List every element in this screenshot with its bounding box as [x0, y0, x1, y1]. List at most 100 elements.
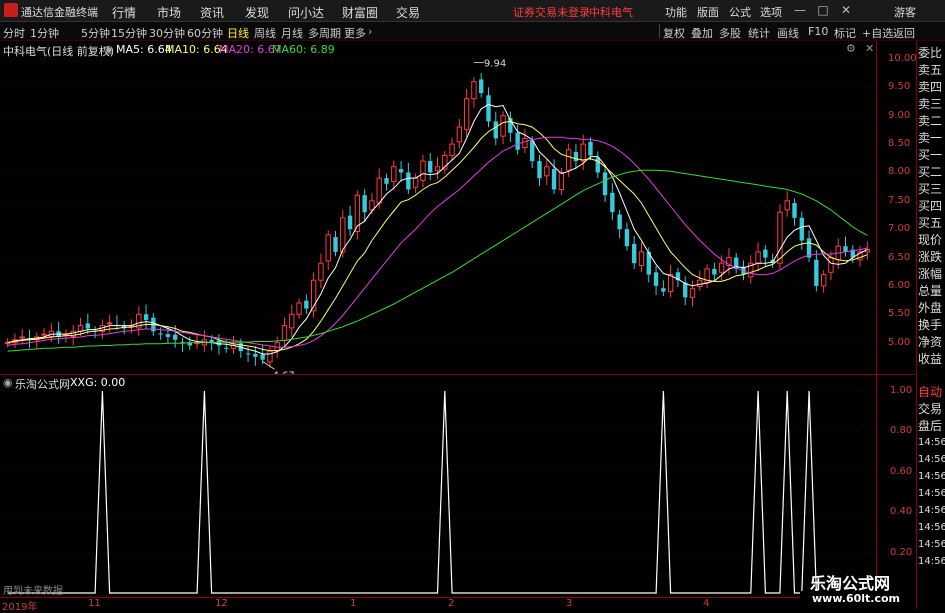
more-chevron-icon[interactable]: ›	[368, 25, 372, 38]
candle-body	[784, 200, 790, 211]
indicator-value: XXG: 0.00	[70, 376, 126, 389]
maximize-icon[interactable]: □	[815, 2, 831, 18]
multi-stock-button[interactable]: 多股	[719, 25, 741, 41]
quote-label: 买四	[918, 199, 943, 213]
indicator-tick-label: 1.00	[890, 385, 913, 396]
candle-body	[624, 229, 630, 247]
candle-body	[777, 211, 783, 264]
candle-body	[173, 334, 178, 340]
minimize-icon[interactable]: —	[792, 2, 808, 18]
quote-label: 总量	[918, 284, 943, 298]
price-tick-label: 9.00	[888, 109, 911, 121]
period-1min[interactable]: 1分钟	[30, 25, 59, 41]
candle	[106, 314, 113, 333]
back-button[interactable]: 返回	[893, 25, 915, 41]
stock-title: 中科电气(日线 前复权)	[3, 45, 115, 58]
menu-wealth[interactable]: 财富圈	[342, 4, 378, 21]
mark-button[interactable]: 标记	[834, 25, 856, 41]
panel-settings-icon[interactable]: ⚙	[846, 42, 856, 55]
menu-options[interactable]: 选项	[760, 4, 782, 20]
menu-function[interactable]: 功能	[665, 4, 687, 20]
indicator-tick-label: 0.60	[890, 465, 913, 477]
indicator-tick-label: 0.80	[890, 425, 913, 437]
overlay-button[interactable]: 叠加	[691, 25, 713, 41]
trade-tick-label: 14:56	[918, 488, 945, 499]
candlestick-chart[interactable]: 9.94 4.67	[0, 41, 877, 374]
period-monthly[interactable]: 月线	[281, 25, 303, 41]
quote-label: 收益	[918, 352, 943, 366]
candle	[398, 161, 404, 182]
candle-body	[347, 215, 353, 230]
period-5min[interactable]: 5分钟	[81, 25, 110, 41]
menu-trade[interactable]: 交易	[396, 4, 420, 21]
candle	[544, 158, 550, 185]
candle	[661, 280, 666, 297]
candle-body	[493, 121, 498, 139]
menu-layout[interactable]: 版面	[697, 4, 719, 20]
candle-body	[362, 195, 367, 213]
time-axis-label: 4	[703, 598, 710, 609]
candle-body	[697, 279, 703, 287]
indicator-chart[interactable]	[0, 375, 877, 597]
candle	[784, 191, 790, 217]
candle	[537, 154, 542, 187]
indicator-settings-icon[interactable]: ◉	[104, 43, 114, 56]
panel-close-icon[interactable]: ✕	[865, 42, 874, 55]
candle-body	[551, 169, 557, 190]
menu-discover[interactable]: 发现	[245, 4, 269, 21]
f10-button[interactable]: F10	[808, 25, 828, 38]
candle-body	[689, 288, 696, 298]
candle	[333, 230, 338, 257]
price-chart-panel[interactable]: 9.94 4.67	[0, 41, 915, 375]
candle	[610, 183, 615, 221]
quote-label: 委比	[918, 46, 943, 60]
period-15min[interactable]: 15分钟	[111, 25, 147, 41]
candle-body	[369, 200, 375, 211]
candle	[289, 304, 295, 337]
price-tick-label: 7.50	[888, 194, 911, 206]
candle	[56, 321, 61, 344]
auto-toggle[interactable]: 自动	[918, 385, 942, 399]
candle-body	[267, 350, 273, 363]
period-timeshare[interactable]: 分时	[3, 25, 25, 41]
menu-ask[interactable]: 问小达	[288, 4, 324, 21]
candle-body	[428, 161, 433, 173]
sub-settings-icon[interactable]: ◉	[3, 376, 13, 389]
price-tick-label: 10.00	[888, 53, 917, 64]
candle	[632, 235, 637, 269]
candle	[471, 77, 477, 108]
period-more[interactable]: 更多	[344, 25, 366, 41]
period-multi[interactable]: 多周期	[308, 25, 341, 41]
add-watchlist-button[interactable]: +自选	[862, 25, 893, 41]
restore-rights-button[interactable]: 复权	[663, 25, 685, 41]
user-guest[interactable]: 游客	[894, 4, 916, 20]
candle-body	[755, 251, 761, 264]
login-status[interactable]: 证券交易未登录	[513, 4, 590, 20]
time-axis-label: 11	[88, 598, 101, 609]
period-30min[interactable]: 30分钟	[149, 25, 185, 41]
indicator-panel[interactable]: ◉ 乐淘公式网 XXG: 0.00 用到未来数据	[0, 375, 915, 597]
trade-tick-label: 盘后	[918, 419, 943, 433]
quote-label: 现价	[918, 233, 943, 247]
candle	[683, 276, 688, 306]
menu-market-quotes[interactable]: 行情	[112, 4, 136, 21]
candle	[806, 230, 812, 263]
close-icon[interactable]: ✕	[838, 2, 854, 18]
period-60min[interactable]: 60分钟	[187, 25, 223, 41]
menu-market[interactable]: 市场	[157, 4, 181, 21]
candle	[318, 253, 324, 289]
candle	[420, 154, 426, 188]
menu-news[interactable]: 资讯	[200, 4, 224, 21]
statistics-button[interactable]: 统计	[748, 25, 770, 41]
candle-body	[384, 178, 389, 184]
menu-formula[interactable]: 公式	[729, 4, 751, 20]
period-daily[interactable]: 日线	[227, 25, 249, 41]
period-weekly[interactable]: 周线	[254, 25, 276, 41]
indicator-name: 乐淘公式网	[15, 378, 70, 391]
chart-info-line: 中科电气(日线 前复权) ◉ MA5: 6.64 MA10: 6.64 MA20…	[0, 41, 915, 58]
candle-body	[471, 81, 477, 100]
draw-line-button[interactable]: 画线	[777, 25, 799, 41]
title-bar: 通达信金融终端 行情 市场 资讯 发现 问小达 财富圈 交易 证券交易未登录 中…	[0, 0, 945, 22]
candle-body	[143, 314, 149, 320]
trade-tick-label: 14:56	[918, 454, 945, 465]
